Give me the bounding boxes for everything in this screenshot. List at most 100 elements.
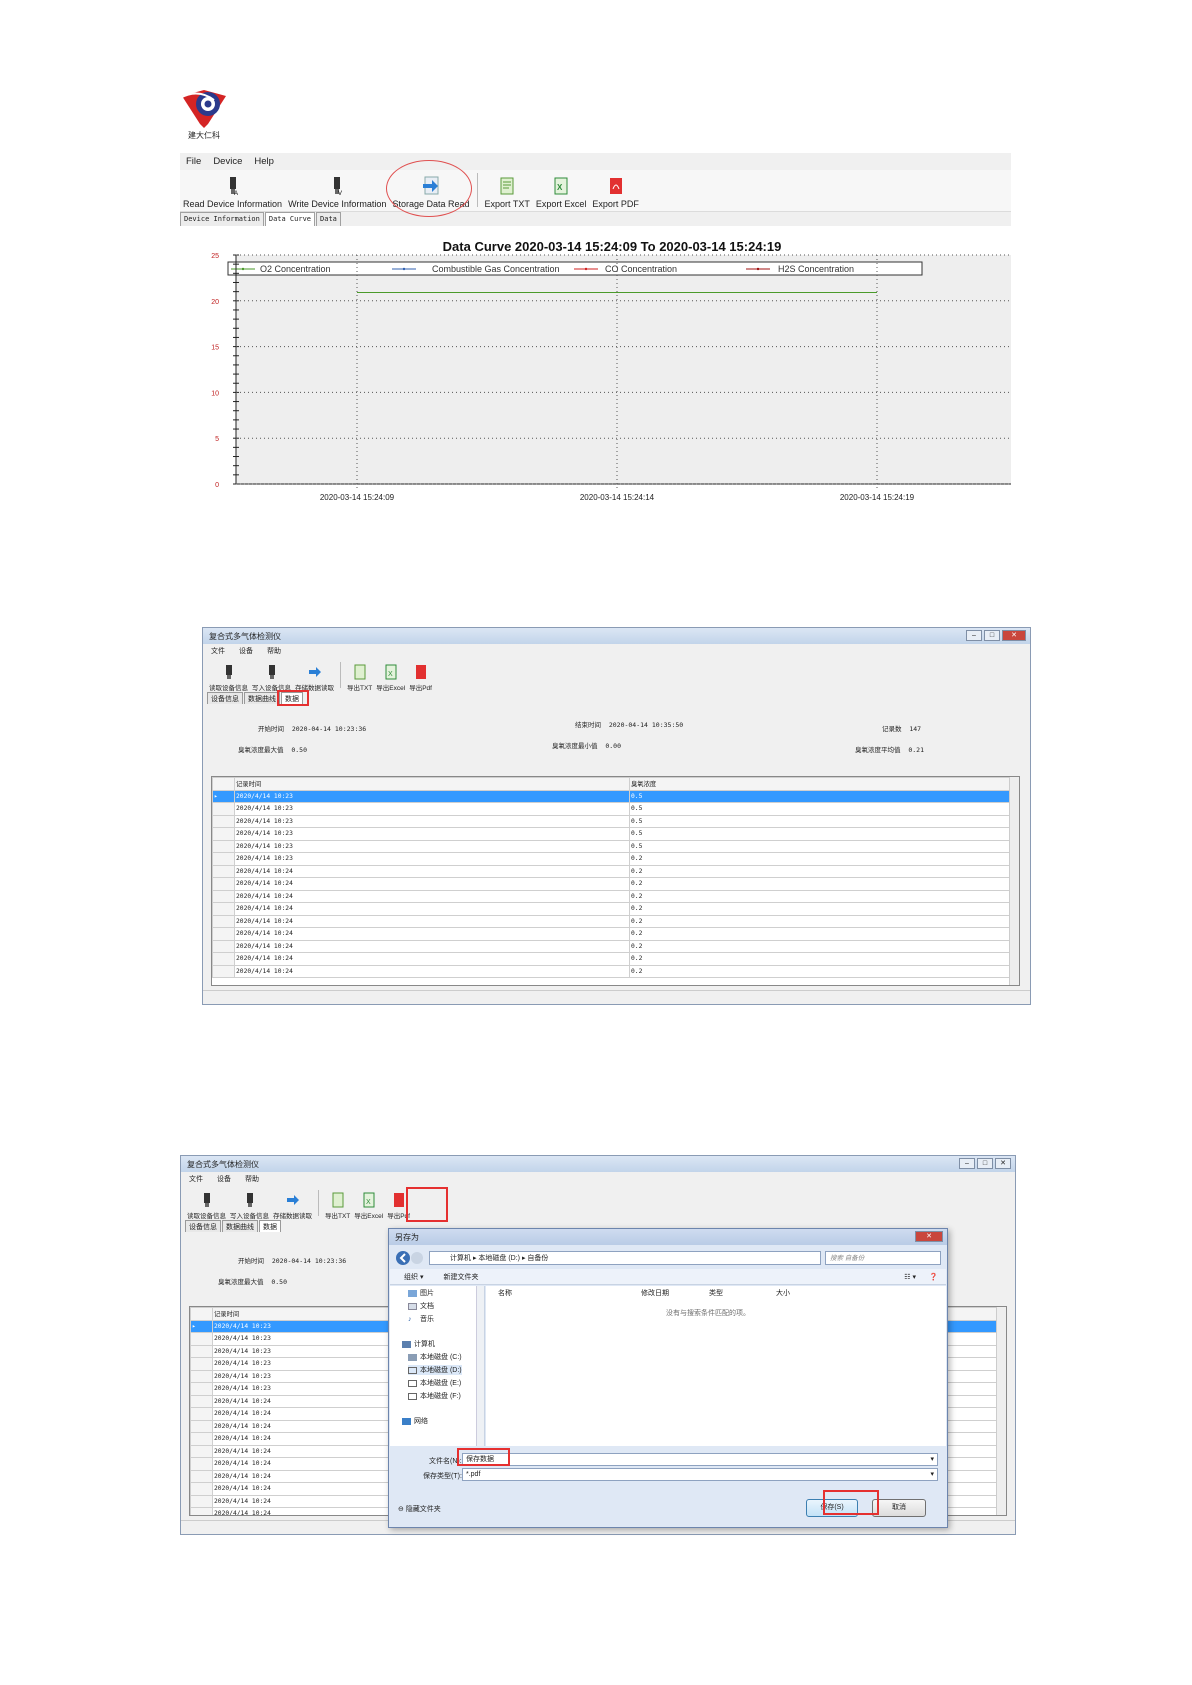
row-header[interactable] xyxy=(190,1332,213,1346)
row-header[interactable] xyxy=(190,1382,213,1396)
row-header[interactable] xyxy=(212,952,235,966)
close-button[interactable]: ✕ xyxy=(995,1158,1011,1169)
table-row[interactable]: 2020/4/14 10:23 0.2 xyxy=(212,852,1019,866)
menu-help[interactable]: Help xyxy=(254,156,274,167)
row-header[interactable] xyxy=(212,902,235,916)
cancel-button[interactable]: 取消 xyxy=(872,1499,926,1517)
table-row[interactable]: 2020/4/14 10:23 0.5 xyxy=(212,827,1019,841)
row-header[interactable] xyxy=(190,1357,213,1371)
tab-data-curve[interactable]: 数据曲线 xyxy=(222,1220,258,1232)
row-header[interactable] xyxy=(190,1419,213,1433)
nav-item-music[interactable]: ♪ 音乐 xyxy=(408,1314,434,1324)
nav-item-drive-d[interactable]: 本地磁盘 (D:) xyxy=(408,1365,462,1375)
row-header[interactable] xyxy=(190,1469,213,1483)
table-row[interactable]: 2020/4/14 10:23 0.5 xyxy=(212,802,1019,816)
nav-item-drive-e[interactable]: 本地磁盘 (E:) xyxy=(408,1378,461,1388)
row-header[interactable] xyxy=(212,939,235,953)
nav-item-drive-c[interactable]: 本地磁盘 (C:) xyxy=(408,1352,462,1362)
menu-device[interactable]: 设备 xyxy=(239,646,253,656)
row-header[interactable] xyxy=(212,889,235,903)
menu-help[interactable]: 帮助 xyxy=(245,1174,259,1184)
read-device-info-button[interactable]: 读取设备信息 xyxy=(207,664,250,692)
table-row[interactable]: 2020/4/14 10:24 0.2 xyxy=(212,902,1019,916)
read-device-info-button[interactable]: A Read Device Information xyxy=(180,176,285,211)
table-row[interactable]: 2020/4/14 10:24 0.2 xyxy=(212,964,1019,978)
row-header[interactable] xyxy=(212,914,235,928)
row-header[interactable] xyxy=(212,802,235,816)
nav-item-computer[interactable]: 计算机 xyxy=(402,1339,435,1349)
column-size[interactable]: 大小 xyxy=(776,1288,790,1298)
dialog-close-button[interactable]: ✕ xyxy=(915,1231,943,1242)
column-modified[interactable]: 修改日期 xyxy=(641,1288,669,1298)
tab-device-information[interactable]: Device Information xyxy=(180,212,264,226)
nav-scrollbar[interactable] xyxy=(476,1286,484,1446)
row-header[interactable] xyxy=(190,1444,213,1458)
write-device-info-button[interactable]: 写入设备信息 xyxy=(250,664,293,692)
row-header[interactable] xyxy=(190,1394,213,1408)
row-header[interactable] xyxy=(190,1494,213,1508)
tab-device-info[interactable]: 设备信息 xyxy=(207,692,243,704)
row-header[interactable] xyxy=(212,877,235,891)
write-device-info-button[interactable]: V Write Device Information xyxy=(285,176,389,211)
export-txt-button[interactable]: 导出TXT xyxy=(323,1192,352,1220)
vertical-scrollbar[interactable] xyxy=(996,1307,1006,1515)
export-excel-button[interactable]: X 导出Excel xyxy=(352,1192,385,1220)
help-icon[interactable]: ❓ xyxy=(929,1273,938,1281)
row-header[interactable] xyxy=(190,1432,213,1446)
table-row[interactable]: 2020/4/14 10:24 0.2 xyxy=(212,864,1019,878)
column-type[interactable]: 类型 xyxy=(709,1288,723,1298)
menu-file[interactable]: 文件 xyxy=(211,646,225,656)
maximize-button[interactable]: □ xyxy=(977,1158,993,1169)
address-bar[interactable]: 计算机 ▸ 本地磁盘 (D:) ▸ 自备份 xyxy=(429,1251,821,1265)
nav-item-network[interactable]: 网络 xyxy=(402,1416,428,1426)
table-row[interactable]: 2020/4/14 10:23 0.5 xyxy=(212,814,1019,828)
table-row[interactable]: 2020/4/14 10:24 0.2 xyxy=(212,914,1019,928)
storage-data-read-button[interactable]: 存储数据读取 xyxy=(271,1192,314,1220)
column-header-concentration[interactable]: 臭氧浓度 xyxy=(629,777,1019,791)
table-row[interactable]: 2020/4/14 10:24 0.2 xyxy=(212,889,1019,903)
row-header[interactable] xyxy=(212,927,235,941)
nav-item-drive-f[interactable]: 本地磁盘 (F:) xyxy=(408,1391,461,1401)
maximize-button[interactable]: □ xyxy=(984,630,1000,641)
row-header[interactable] xyxy=(212,964,235,978)
read-device-info-button[interactable]: 读取设备信息 xyxy=(185,1192,228,1220)
close-button[interactable]: ✕ xyxy=(1002,630,1026,641)
row-header[interactable] xyxy=(212,839,235,853)
minimize-button[interactable]: – xyxy=(966,630,982,641)
row-header[interactable]: ▸ xyxy=(212,789,235,803)
table-row[interactable]: 2020/4/14 10:24 0.2 xyxy=(212,939,1019,953)
table-row[interactable]: 2020/4/14 10:24 0.2 xyxy=(212,952,1019,966)
row-header[interactable]: ▸ xyxy=(190,1319,213,1333)
row-header[interactable] xyxy=(190,1482,213,1496)
export-txt-button[interactable]: 导出TXT xyxy=(345,664,374,692)
minimize-button[interactable]: – xyxy=(959,1158,975,1169)
table-row[interactable]: ▸ 2020/4/14 10:23 0.5 xyxy=(212,789,1019,803)
tab-data[interactable]: 数据 xyxy=(259,1220,281,1232)
storage-data-read-button[interactable]: 存储数据读取 xyxy=(293,664,336,692)
row-header[interactable] xyxy=(190,1507,213,1515)
table-row[interactable]: 2020/4/14 10:24 0.2 xyxy=(212,927,1019,941)
row-header[interactable] xyxy=(190,1407,213,1421)
tab-data-curve[interactable]: Data Curve xyxy=(264,212,316,226)
menu-device[interactable]: Device xyxy=(213,156,242,167)
hide-folders-toggle[interactable]: ⊖ 隐藏文件夹 xyxy=(398,1504,441,1514)
nav-item-documents[interactable]: 文档 xyxy=(408,1301,434,1311)
export-pdf-button[interactable]: Export PDF xyxy=(589,176,642,211)
tab-device-info[interactable]: 设备信息 xyxy=(185,1220,221,1232)
row-header[interactable] xyxy=(212,827,235,841)
chevron-down-icon[interactable]: ▾ xyxy=(930,1469,934,1481)
write-device-info-button[interactable]: 写入设备信息 xyxy=(228,1192,271,1220)
new-folder-button[interactable]: 新建文件夹 xyxy=(443,1272,478,1282)
column-header-time[interactable]: 记录时间 xyxy=(234,777,630,791)
column-name[interactable]: 名称 xyxy=(498,1288,512,1298)
organize-button[interactable]: 组织 ▾ xyxy=(404,1272,423,1282)
export-excel-button[interactable]: X 导出Excel xyxy=(374,664,407,692)
tab-data-curve[interactable]: 数据曲线 xyxy=(244,692,280,704)
chevron-down-icon[interactable]: ▾ xyxy=(930,1454,934,1466)
filetype-select[interactable]: *.pdf ▾ xyxy=(462,1468,938,1481)
export-excel-button[interactable]: X Export Excel xyxy=(533,176,590,211)
row-header[interactable] xyxy=(212,864,235,878)
menu-device[interactable]: 设备 xyxy=(217,1174,231,1184)
row-header[interactable] xyxy=(190,1369,213,1383)
row-header[interactable] xyxy=(212,814,235,828)
